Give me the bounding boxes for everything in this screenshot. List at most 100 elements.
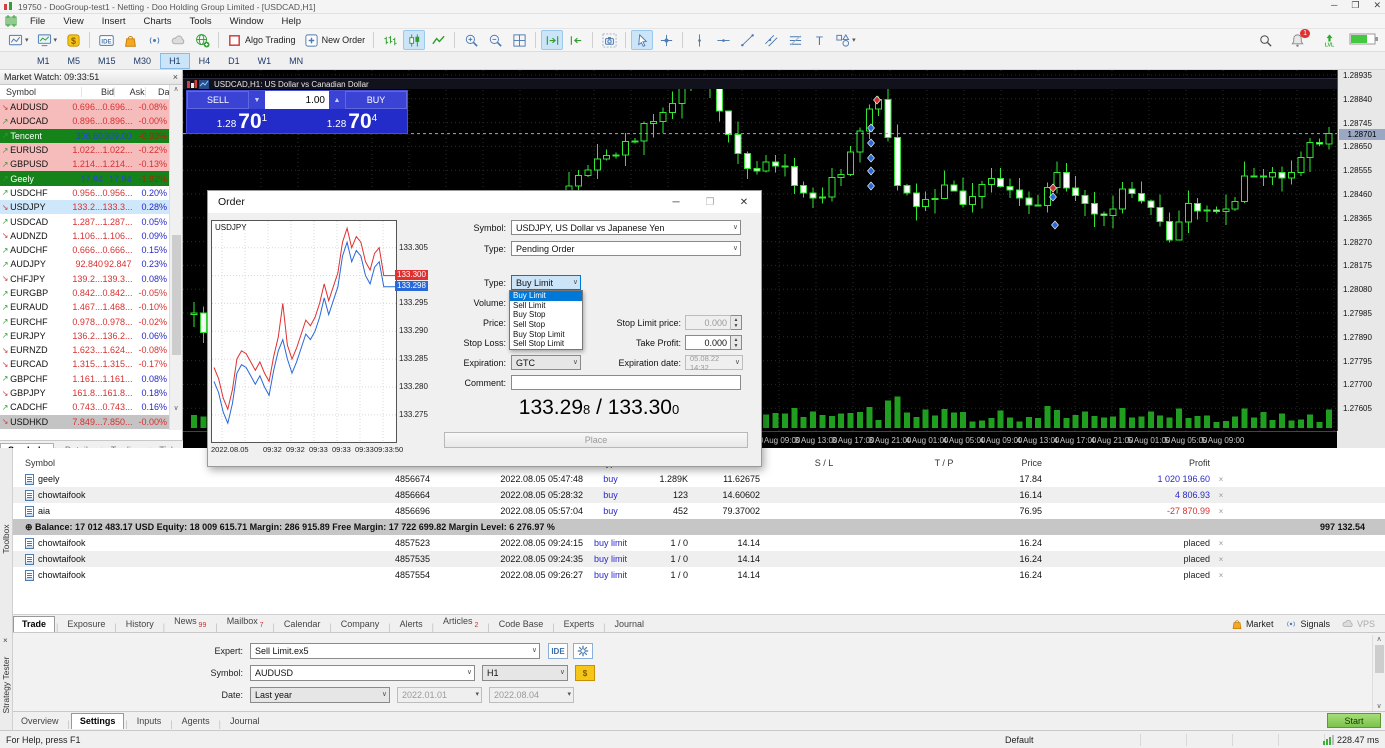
market-watch-row[interactable]: ↗GBPCHF1.161...1.161...0.08% (0, 372, 170, 386)
dropdown-option-sell-stop-limit[interactable]: Sell Stop Limit (510, 339, 582, 349)
order-dialog-titlebar[interactable]: Order ─ ❐ ✕ (208, 191, 761, 213)
trade-col-9[interactable]: Profit (1042, 458, 1210, 468)
vps-button[interactable]: VPS (1342, 618, 1375, 630)
period-select[interactable]: H1∨ (482, 665, 568, 681)
symbol-info-button[interactable]: $ (575, 665, 595, 681)
market-watch-close-icon[interactable]: × (173, 72, 178, 82)
buy-button[interactable]: BUY (345, 91, 407, 109)
dropdown-option-sell-stop[interactable]: Sell Stop (510, 320, 582, 330)
chevron-down-icon[interactable]: ▾ (852, 36, 856, 44)
tab-trade[interactable]: Trade (13, 616, 55, 632)
timeframe-w1[interactable]: W1 (249, 53, 281, 69)
cloud-icon[interactable] (167, 30, 189, 50)
tester-tab-journal[interactable]: Journal (222, 714, 268, 729)
maximize-icon[interactable]: ❐ (1351, 0, 1359, 11)
candles-icon[interactable] (403, 30, 425, 50)
market-watch-row[interactable]: ↗AUDCAD0.896...0.896...-0.00% (0, 114, 170, 128)
mw-column-2[interactable]: Ask (115, 87, 146, 97)
tester-tab-inputs[interactable]: Inputs (129, 714, 170, 729)
dropdown-option-buy-stop-limit[interactable]: Buy Stop Limit (510, 329, 582, 339)
volume-value[interactable]: 1.00 (265, 91, 329, 109)
toolbox-sidebar[interactable]: Toolbox (0, 448, 13, 632)
tab-news[interactable]: News 99 (166, 614, 214, 632)
profiles-icon[interactable]: ▾ (34, 30, 61, 50)
channel-icon[interactable] (760, 30, 782, 50)
volume-down-icon[interactable]: ▼ (249, 91, 265, 109)
timeframe-m30[interactable]: M30 (125, 53, 161, 69)
dropdown-option-buy-stop[interactable]: Buy Stop (510, 310, 582, 320)
ide-button[interactable]: IDE (548, 643, 568, 659)
timeframe-m15[interactable]: M15 (89, 53, 125, 69)
volume-up-icon[interactable]: ▲ (329, 91, 345, 109)
market-watch-row[interactable]: ↗Geely17.8417.94-1.92% (0, 171, 170, 185)
vline-icon[interactable] (688, 30, 710, 50)
bag-icon[interactable] (119, 30, 141, 50)
timeframe-m5[interactable]: M5 (59, 53, 90, 69)
menu-file[interactable]: File (21, 16, 54, 27)
search-icon[interactable] (1254, 30, 1276, 50)
connection-status[interactable]: 228.47 ms (1323, 735, 1379, 745)
market-watch-scrollbar[interactable]: ∧∨ (169, 85, 182, 430)
trend-icon[interactable] (736, 30, 758, 50)
comment-field[interactable] (511, 375, 741, 390)
sell-price[interactable]: 1.28 70 1 (187, 109, 297, 133)
strategy-tester-sidebar[interactable]: × Strategy Tester (0, 632, 13, 730)
trade-col-6[interactable]: S / L (760, 458, 888, 468)
table-row[interactable]: chowtaifook48575232022.08.05 09:24:15buy… (13, 535, 1385, 551)
minimize-icon[interactable]: ─ (1331, 0, 1337, 11)
menu-tools[interactable]: Tools (180, 16, 220, 27)
market-button[interactable]: Market (1231, 618, 1274, 630)
menu-charts[interactable]: Charts (135, 16, 181, 27)
tab-journal[interactable]: Journal (606, 617, 652, 632)
market-watch-row[interactable]: ↗Tencent308.60309.00-0.93% (0, 129, 170, 143)
text-icon[interactable]: T (808, 30, 830, 50)
close-position-icon[interactable]: × (1210, 491, 1232, 500)
globe-icon[interactable] (191, 30, 213, 50)
tab-code-base[interactable]: Code Base (491, 617, 552, 632)
take-profit-field[interactable]: 0.000 (685, 335, 731, 350)
level-up-icon[interactable]: LVL (1318, 30, 1340, 50)
order-kind-field[interactable]: Pending Order∨ (511, 241, 741, 256)
timeframe-d1[interactable]: D1 (219, 53, 249, 69)
market-watch-row[interactable]: ↘EURCAD1.315...1.315...-0.17% (0, 357, 170, 371)
market-watch-row[interactable]: ↘AUDUSD0.696...0.696...-0.08% (0, 100, 170, 114)
chevron-down-icon[interactable]: ▾ (25, 36, 29, 44)
market-watch-row[interactable]: ↘USDJPY133.2...133.3...0.28% (0, 200, 170, 214)
menu-window[interactable]: Window (221, 16, 273, 27)
shapes-icon[interactable]: ▾ (832, 30, 859, 50)
start-button[interactable]: Start (1327, 713, 1381, 728)
tab-articles[interactable]: Articles 2 (435, 614, 486, 632)
place-button[interactable]: Place (444, 432, 748, 448)
market-watch-row[interactable]: ↗AUDCHF0.666...0.666...0.15% (0, 243, 170, 257)
buy-price[interactable]: 1.28 70 4 (297, 109, 407, 133)
notifications-icon[interactable]: 1 (1286, 30, 1308, 50)
close-icon[interactable]: ✕ (1373, 0, 1381, 11)
tester-scrollbar[interactable]: ∧∨ (1372, 635, 1385, 711)
mw-column-0[interactable]: Symbol (0, 87, 82, 97)
tab-company[interactable]: Company (333, 617, 388, 632)
signals-button[interactable]: Signals (1285, 618, 1330, 630)
table-row[interactable]: chowtaifook48575352022.08.05 09:24:35buy… (13, 551, 1385, 567)
stop-limit-spinner[interactable]: ▲▼ (731, 315, 742, 330)
timeframe-m1[interactable]: M1 (28, 53, 59, 69)
trade-col-8[interactable]: Price (1000, 458, 1042, 468)
dialog-minimize-icon[interactable]: ─ (659, 191, 693, 213)
market-watch-row[interactable]: ↗AUDJPY92.84092.8470.23% (0, 257, 170, 271)
tab-mailbox[interactable]: Mailbox 7 (219, 614, 272, 632)
camera-icon[interactable] (598, 30, 620, 50)
zoomin-icon[interactable] (460, 30, 482, 50)
cursor-icon[interactable] (631, 30, 653, 50)
zoomout-icon[interactable] (484, 30, 506, 50)
close-position-icon[interactable]: × (1210, 555, 1232, 564)
tab-history[interactable]: History (118, 617, 162, 632)
ide-icon[interactable]: IDE (95, 30, 117, 50)
dropdown-option-sell-limit[interactable]: Sell Limit (510, 301, 582, 311)
order-type-select[interactable]: Buy Limit∨ (511, 275, 581, 290)
chevron-down-icon[interactable]: ▾ (54, 36, 58, 44)
market-watch-row[interactable]: ↗EURJPY136.2...136.2...0.06% (0, 329, 170, 343)
tab-exposure[interactable]: Exposure (59, 617, 113, 632)
timeframe-mn[interactable]: MN (280, 53, 312, 69)
tab-experts[interactable]: Experts (556, 617, 603, 632)
expiration-select[interactable]: GTC∨ (511, 355, 581, 370)
expert-settings-button[interactable] (573, 643, 593, 659)
